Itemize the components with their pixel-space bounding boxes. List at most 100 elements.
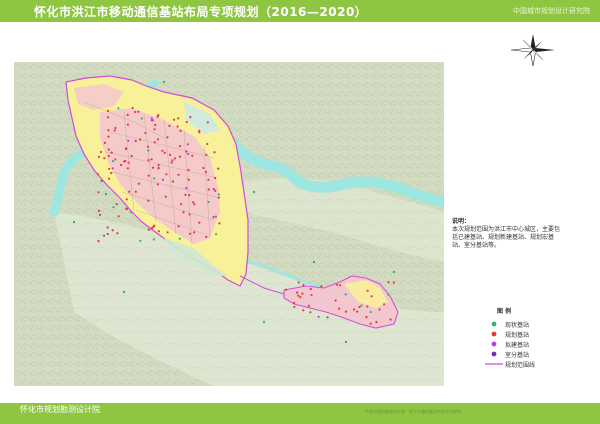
station-marker <box>187 168 190 172</box>
station-marker <box>217 196 220 199</box>
station-marker <box>360 304 363 307</box>
station-marker <box>213 151 216 154</box>
station-marker <box>310 294 313 297</box>
station-marker <box>204 170 207 174</box>
station-marker <box>108 167 111 170</box>
station-marker <box>110 171 113 175</box>
station-marker <box>153 224 156 227</box>
station-marker <box>97 191 100 194</box>
station-marker <box>212 187 215 191</box>
station-marker <box>126 167 129 170</box>
station-marker <box>168 124 171 127</box>
legend-item-planned-station: 规划基站 <box>483 329 563 339</box>
station-marker <box>107 154 110 158</box>
station-marker <box>99 150 102 154</box>
green-dot-icon <box>491 321 497 327</box>
boundary-line-icon <box>485 363 503 365</box>
station-marker <box>320 285 323 288</box>
station-marker <box>147 228 150 231</box>
station-marker <box>293 301 296 304</box>
station-marker <box>392 281 395 284</box>
station-marker <box>293 305 296 308</box>
station-marker <box>100 179 103 183</box>
station-marker <box>301 292 304 295</box>
footer-note: 怀化市规划勘测设计院 · 洪江市通信基站布局专项规划 <box>365 409 461 414</box>
station-marker <box>177 173 180 176</box>
station-marker <box>117 107 120 110</box>
station-marker <box>339 284 342 287</box>
station-marker <box>369 322 372 325</box>
station-marker <box>153 128 156 131</box>
station-marker <box>103 234 106 237</box>
station-marker <box>107 177 111 180</box>
station-marker <box>151 226 154 230</box>
station-marker <box>206 142 209 146</box>
station-marker <box>187 178 190 181</box>
station-marker <box>98 213 102 216</box>
station-marker <box>147 174 150 177</box>
station-marker <box>192 201 195 204</box>
station-marker <box>207 188 210 191</box>
station-marker <box>173 118 176 121</box>
station-marker <box>137 182 140 185</box>
station-marker <box>185 186 188 190</box>
station-marker <box>198 221 201 224</box>
station-marker <box>122 290 126 294</box>
station-marker <box>392 270 396 274</box>
station-marker <box>164 195 167 198</box>
station-marker <box>212 216 215 219</box>
station-marker <box>173 157 176 160</box>
station-marker <box>358 305 361 309</box>
station-marker <box>103 141 106 144</box>
station-marker <box>156 115 159 118</box>
station-marker <box>139 138 142 141</box>
station-marker <box>117 215 120 218</box>
station-marker <box>97 155 100 158</box>
station-marker <box>147 159 150 162</box>
station-marker <box>134 110 137 114</box>
station-marker <box>344 310 348 313</box>
station-marker <box>366 289 369 292</box>
station-marker <box>113 129 116 132</box>
station-marker <box>262 320 266 324</box>
station-marker <box>189 116 192 119</box>
station-marker <box>168 153 172 156</box>
station-marker <box>180 203 183 206</box>
map-title: 怀化市洪江市移动通信基站布局专项规划（2016—2020） <box>34 5 368 19</box>
station-marker <box>214 176 217 180</box>
station-marker <box>338 307 341 310</box>
station-marker <box>96 173 100 176</box>
station-marker <box>150 117 153 120</box>
station-marker <box>218 222 221 225</box>
planning-map[interactable] <box>14 62 444 386</box>
station-marker <box>147 149 150 152</box>
station-marker <box>206 121 209 124</box>
station-marker <box>302 283 305 287</box>
station-marker <box>193 231 196 234</box>
station-marker <box>178 155 182 158</box>
station-marker <box>252 190 256 194</box>
station-marker <box>284 288 288 291</box>
station-marker <box>151 166 155 169</box>
station-marker <box>296 291 299 294</box>
station-marker <box>157 163 160 167</box>
compass-rose-icon <box>510 34 555 67</box>
station-marker <box>106 226 109 229</box>
station-marker <box>156 138 160 141</box>
station-marker <box>120 163 123 167</box>
station-marker <box>378 308 381 311</box>
station-marker <box>186 143 189 146</box>
station-marker <box>147 145 150 148</box>
station-marker <box>177 225 180 228</box>
station-marker <box>72 220 76 224</box>
station-marker <box>188 194 191 197</box>
station-marker <box>207 200 210 204</box>
station-marker <box>107 129 110 132</box>
station-marker <box>187 152 190 155</box>
notes-title: 说明： <box>452 218 471 225</box>
station-marker <box>178 237 181 240</box>
station-marker <box>162 80 166 84</box>
station-marker <box>309 311 312 314</box>
station-marker <box>344 293 347 296</box>
red-dot-icon <box>491 331 497 337</box>
